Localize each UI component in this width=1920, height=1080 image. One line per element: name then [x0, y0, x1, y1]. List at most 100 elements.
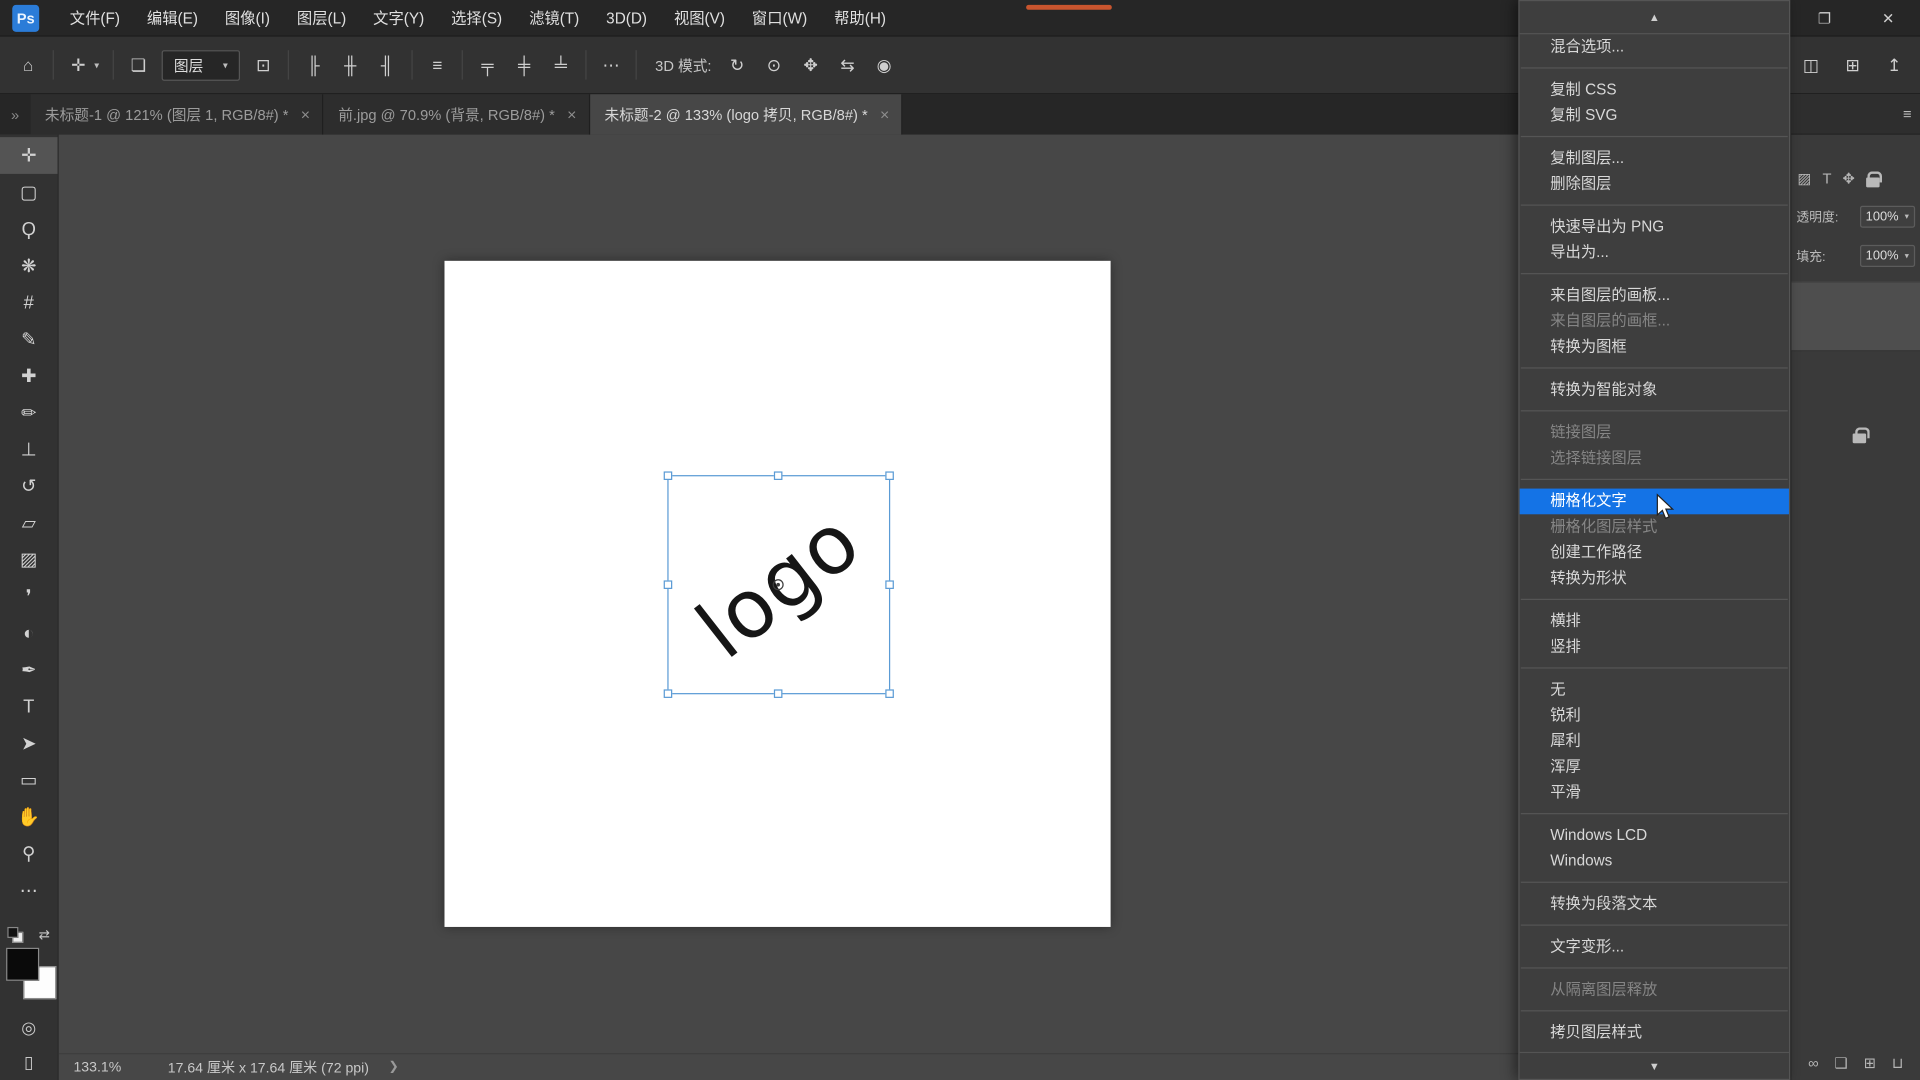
3d-roll-icon[interactable]: ⊙ — [763, 54, 785, 75]
transform-handle-se[interactable] — [885, 689, 894, 698]
menu-item-rasterize-type[interactable]: 栅格化文字 — [1520, 489, 1789, 515]
transform-handle-nw[interactable] — [664, 471, 673, 480]
menu-filter[interactable]: 滤镜(T) — [516, 0, 593, 36]
menu-item-convert-to-smart-object[interactable]: 转换为智能对象 — [1520, 377, 1789, 403]
align-middle-icon[interactable]: ╪ — [513, 55, 535, 75]
edit-toolbar-button[interactable]: ⋯ — [0, 872, 58, 909]
menu-layer[interactable]: 图层(L) — [283, 0, 359, 36]
marquee-tool[interactable]: ▢ — [0, 174, 58, 211]
filter-type-icon[interactable]: T — [1822, 170, 1831, 187]
transform-handle-s[interactable] — [774, 689, 783, 698]
move-tool[interactable]: ✛ — [0, 137, 58, 174]
swap-colors-icon[interactable]: ⇄ — [39, 926, 50, 942]
menu-item-warp-text[interactable]: 文字变形... — [1520, 934, 1789, 960]
menu-select[interactable]: 选择(S) — [438, 0, 516, 36]
menu-file[interactable]: 文件(F) — [56, 0, 133, 36]
crop-tool[interactable]: # — [0, 284, 58, 321]
dodge-tool[interactable]: ◐ — [0, 615, 58, 652]
menu-scroll-up-icon[interactable]: ▲ — [1520, 1, 1789, 34]
clone-stamp-tool[interactable]: ⊥ — [0, 431, 58, 468]
lock-transparency-icon[interactable]: ▨ — [1798, 170, 1812, 187]
share-icon[interactable]: ↥ — [1883, 54, 1905, 75]
new-layer-icon[interactable]: ⊞ — [1864, 1054, 1876, 1071]
align-right-icon[interactable]: ╢ — [376, 55, 398, 75]
pen-tool[interactable]: ✒ — [0, 651, 58, 688]
tab-overflow-icon[interactable]: » — [11, 106, 19, 123]
lasso-tool[interactable]: Ϙ — [0, 211, 58, 248]
lock-position-icon[interactable]: ✥ — [1842, 170, 1854, 187]
auto-select-layer-dropdown[interactable]: 图层 ▾ — [162, 50, 240, 81]
menu-item-quick-export-png[interactable]: 快速导出为 PNG — [1520, 214, 1789, 240]
menu-item-duplicate-layer[interactable]: 复制图层... — [1520, 146, 1789, 172]
transform-handle-n[interactable] — [774, 471, 783, 480]
healing-brush-tool[interactable]: ✚ — [0, 358, 58, 395]
menu-item-create-work-path[interactable]: 创建工作路径 — [1520, 540, 1789, 566]
foreground-color-swatch[interactable] — [6, 948, 39, 981]
menu-item-horizontal[interactable]: 横排 — [1520, 609, 1789, 635]
quick-selection-tool[interactable]: ❋ — [0, 247, 58, 284]
blur-tool[interactable]: ❜ — [0, 578, 58, 615]
default-colors-icon[interactable] — [8, 926, 24, 942]
3d-slide-icon[interactable]: ⇆ — [836, 54, 858, 75]
menu-item-copy-css[interactable]: 复制 CSS — [1520, 77, 1789, 103]
tab-untitled-1[interactable]: 未标题-1 @ 121% (图层 1, RGB/8#) * × — [30, 94, 323, 134]
menu-edit[interactable]: 编辑(E) — [133, 0, 211, 36]
menu-type[interactable]: 文字(Y) — [360, 0, 438, 36]
align-top-icon[interactable]: ╤ — [476, 55, 498, 75]
status-chevron-icon[interactable]: ❯ — [389, 1060, 399, 1073]
quick-mask-button[interactable]: ◎ — [0, 1011, 58, 1043]
menu-scroll-down-icon[interactable]: ▼ — [1520, 1052, 1789, 1079]
opacity-dropdown[interactable]: 100% ▾ — [1860, 206, 1916, 228]
link-layers-icon[interactable]: ∞ — [1808, 1054, 1818, 1071]
delete-layer-icon[interactable]: ⊔ — [1892, 1054, 1903, 1071]
hand-tool[interactable]: ✋ — [0, 798, 58, 835]
transform-handle-w[interactable] — [664, 580, 673, 589]
distribute-horizontal-icon[interactable]: ≡ — [426, 55, 448, 75]
selected-layer-row[interactable] — [1791, 282, 1920, 352]
tab-close-icon[interactable]: × — [880, 105, 889, 123]
fill-dropdown[interactable]: 100% ▾ — [1860, 245, 1916, 267]
grid-view-icon[interactable]: ⊞ — [1842, 54, 1864, 75]
menu-item-windows-lcd[interactable]: Windows LCD — [1520, 823, 1789, 849]
transform-bounding-box[interactable]: logo — [667, 475, 890, 694]
screen-mode-button[interactable]: ▯ — [0, 1046, 58, 1078]
auto-select-icon[interactable]: ❏ — [127, 54, 149, 75]
3d-pan-icon[interactable]: ✥ — [800, 54, 822, 75]
transform-handle-ne[interactable] — [885, 471, 894, 480]
panel-menu-icon[interactable]: ≡ — [1903, 105, 1912, 122]
zoom-level-field[interactable]: 133.1% — [73, 1060, 121, 1075]
menu-item-convert-to-frame[interactable]: 转换为图框 — [1520, 334, 1789, 360]
current-tool-preset[interactable]: ✛ ▾ — [67, 54, 99, 75]
menu-image[interactable]: 图像(I) — [211, 0, 283, 36]
path-selection-tool[interactable]: ➤ — [0, 725, 58, 762]
menu-item-anti-alias-none[interactable]: 无 — [1520, 677, 1789, 703]
transform-handle-sw[interactable] — [664, 689, 673, 698]
more-options-icon[interactable]: ⋯ — [600, 54, 622, 75]
type-tool[interactable]: T — [0, 688, 58, 725]
history-brush-tool[interactable]: ↺ — [0, 468, 58, 505]
menu-item-anti-alias-strong[interactable]: 浑厚 — [1520, 754, 1789, 780]
menu-3d[interactable]: 3D(D) — [593, 0, 661, 36]
brush-tool[interactable]: ✏ — [0, 394, 58, 431]
workspace-icon[interactable]: ◫ — [1800, 54, 1822, 75]
eraser-tool[interactable]: ▱ — [0, 504, 58, 541]
menu-window[interactable]: 窗口(W) — [738, 0, 820, 36]
align-bottom-icon[interactable]: ╧ — [550, 55, 572, 75]
3d-orbit-icon[interactable]: ↻ — [726, 54, 748, 75]
restore-window-icon[interactable]: ❐ — [1793, 0, 1857, 37]
menu-item-convert-to-paragraph-text[interactable]: 转换为段落文本 — [1520, 891, 1789, 917]
menu-item-anti-alias-sharp[interactable]: 锐利 — [1520, 703, 1789, 729]
align-center-horizontal-icon[interactable]: ╫ — [339, 55, 361, 75]
menu-item-copy-svg[interactable]: 复制 SVG — [1520, 103, 1789, 129]
menu-item-anti-alias-smooth[interactable]: 平滑 — [1520, 780, 1789, 806]
tab-close-icon[interactable]: × — [301, 105, 310, 123]
menu-item-copy-layer-style[interactable]: 拷贝图层样式 — [1520, 1020, 1789, 1046]
tab-untitled-2[interactable]: 未标题-2 @ 133% (logo 拷贝, RGB/8#) * × — [590, 94, 903, 134]
zoom-tool[interactable]: ⚲ — [0, 835, 58, 872]
menu-item-delete-layer[interactable]: 删除图层 — [1520, 171, 1789, 197]
eyedropper-tool[interactable]: ✎ — [0, 321, 58, 358]
menu-view[interactable]: 视图(V) — [660, 0, 738, 36]
tab-close-icon[interactable]: × — [567, 105, 576, 123]
menu-item-blending-options[interactable]: 混合选项... — [1520, 34, 1789, 60]
menu-item-anti-alias-crisp[interactable]: 犀利 — [1520, 729, 1789, 755]
